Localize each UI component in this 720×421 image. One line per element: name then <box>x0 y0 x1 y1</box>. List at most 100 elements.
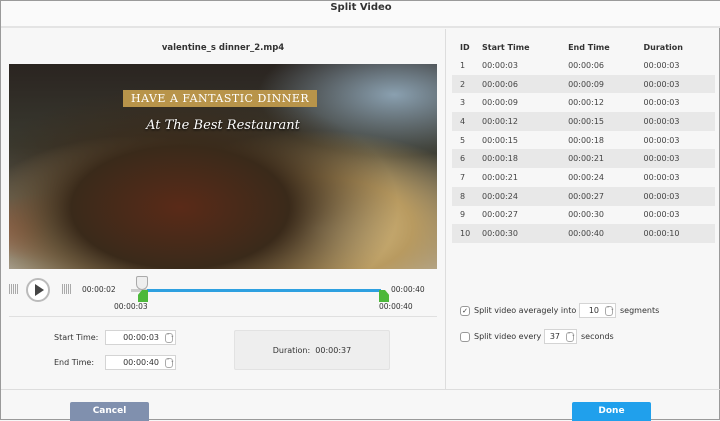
table-cell: 00:00:03 <box>643 172 680 182</box>
col-duration: Duration <box>643 43 683 52</box>
start-time-value: 00:00:03 <box>123 333 159 342</box>
end-marker-time: 00:00:40 <box>379 302 413 311</box>
grip-icon <box>62 284 72 294</box>
table-cell: 8 <box>460 191 466 201</box>
split-average-label: Split video averagely into <box>474 306 577 315</box>
col-id: ID <box>460 43 470 52</box>
done-button[interactable]: Done <box>572 402 651 421</box>
grip-icon <box>9 284 19 294</box>
col-end: End Time <box>568 43 610 52</box>
separator <box>9 316 437 317</box>
duration-value: 00:00:37 <box>315 345 352 355</box>
play-button[interactable] <box>26 278 50 302</box>
table-cell: 00:00:15 <box>482 135 518 145</box>
table-cell: 00:00:03 <box>643 79 680 89</box>
table-cell: 00:00:10 <box>643 229 680 239</box>
table-cell: 00:00:09 <box>482 98 518 108</box>
dialog-title: Split Video <box>1 1 720 28</box>
table-row[interactable]: 10 00:00:30 00:00:40 00:00:10 <box>452 224 715 243</box>
checkmark-icon: ✓ <box>462 307 468 315</box>
segments-unit: segments <box>620 306 660 315</box>
table-cell: 00:00:03 <box>643 210 680 220</box>
start-time-label: Start Time: <box>54 333 99 342</box>
table-cell: 2 <box>460 79 466 89</box>
table-row[interactable]: 5 00:00:15 00:00:18 00:00:03 <box>452 131 715 150</box>
end-time-label: End Time: <box>54 358 95 367</box>
table-cell: 00:00:18 <box>482 154 518 164</box>
current-time: 00:00:02 <box>82 285 116 294</box>
table-cell: 00:00:24 <box>568 172 604 182</box>
table-cell: 00:00:09 <box>568 79 604 89</box>
end-time-label: 00:00:40 <box>391 285 425 294</box>
video-preview[interactable]: HAVE A FANTASTIC DINNER At The Best Rest… <box>9 64 437 269</box>
table-cell: 00:00:15 <box>568 116 604 126</box>
col-start: Start Time <box>482 43 530 52</box>
table-cell: 00:00:03 <box>643 154 680 164</box>
table-cell: 4 <box>460 116 466 126</box>
table-cell: 00:00:21 <box>568 154 604 164</box>
table-row[interactable]: 3 00:00:09 00:00:12 00:00:03 <box>452 93 715 112</box>
table-row[interactable]: 6 00:00:18 00:00:21 00:00:03 <box>452 149 715 169</box>
table-row[interactable]: 1 00:00:03 00:00:06 00:00:03 <box>452 56 715 75</box>
table-cell: 00:00:40 <box>568 229 604 239</box>
start-time-input[interactable]: 00:00:03 ⌃⌄ <box>105 330 176 345</box>
playhead-handle[interactable] <box>136 276 148 290</box>
table-row[interactable]: 9 00:00:27 00:00:30 00:00:03 <box>452 206 715 225</box>
video-banner-text: HAVE A FANTASTIC DINNER <box>123 90 318 107</box>
split-every-label: Split video every <box>474 332 542 341</box>
table-cell: 00:00:21 <box>482 172 518 182</box>
table-cell: 00:00:06 <box>568 60 604 70</box>
end-time-value: 00:00:40 <box>123 358 159 367</box>
video-tagline-text: At The Best Restaurant <box>146 118 300 133</box>
table-cell: 00:00:24 <box>482 191 518 201</box>
start-marker-time: 00:00:03 <box>114 302 148 311</box>
table-cell: 00:00:12 <box>568 98 604 108</box>
spinner-icon[interactable]: ⌃⌄ <box>605 306 614 316</box>
table-cell: 10 <box>460 229 471 239</box>
table-cell: 00:00:03 <box>643 191 680 201</box>
table-cell: 00:00:06 <box>482 79 518 89</box>
segments-value: 10 <box>588 306 599 315</box>
table-cell: 00:00:03 <box>643 98 680 108</box>
table-cell: 6 <box>460 154 466 164</box>
spinner-icon[interactable]: ⌃⌄ <box>165 358 174 368</box>
seconds-unit: seconds <box>581 332 614 341</box>
table-cell: 5 <box>460 135 466 145</box>
table-row[interactable]: 4 00:00:12 00:00:15 00:00:03 <box>452 112 715 131</box>
seconds-input[interactable]: 37 ⌃⌄ <box>544 329 577 344</box>
table-cell: 00:00:03 <box>482 60 518 70</box>
duration-label: Duration: <box>272 345 311 355</box>
play-icon <box>34 284 44 296</box>
table-cell: 00:00:03 <box>643 116 680 126</box>
table-cell: 7 <box>460 172 466 182</box>
table-cell: 9 <box>460 210 466 220</box>
end-trim-handle[interactable] <box>379 290 389 302</box>
table-cell: 00:00:30 <box>482 229 518 239</box>
split-average-checkbox[interactable]: ✓ <box>460 306 470 316</box>
table-cell: 3 <box>460 98 466 108</box>
spinner-icon[interactable]: ⌃⌄ <box>165 333 174 343</box>
spinner-icon[interactable]: ⌃⌄ <box>566 332 575 342</box>
panel-divider <box>445 29 446 389</box>
end-time-input[interactable]: 00:00:40 ⌃⌄ <box>105 355 176 370</box>
table-cell: 00:00:27 <box>482 210 518 220</box>
video-filename: valentine_s dinner_2.mp4 <box>161 43 285 53</box>
table-cell: 00:00:12 <box>482 116 518 126</box>
table-row[interactable]: 8 00:00:24 00:00:27 00:00:03 <box>452 186 715 206</box>
segments-input[interactable]: 10 ⌃⌄ <box>579 303 616 318</box>
footer-separator <box>1 389 720 390</box>
table-row[interactable]: 7 00:00:21 00:00:24 00:00:03 <box>452 168 715 187</box>
split-every-checkbox[interactable] <box>460 332 470 342</box>
table-cell: 1 <box>460 60 466 70</box>
seconds-value: 37 <box>549 332 560 341</box>
table-cell: 00:00:30 <box>568 210 604 220</box>
table-cell: 00:00:03 <box>643 60 680 70</box>
timeline-selected-range[interactable] <box>147 289 381 292</box>
cancel-button[interactable]: Cancel <box>70 402 149 421</box>
table-row[interactable]: 2 00:00:06 00:00:09 00:00:03 <box>452 74 715 94</box>
table-cell: 00:00:27 <box>568 191 604 201</box>
segments-table: ID Start Time End Time Duration 1 00:00:0… <box>452 39 715 243</box>
duration-display: Duration: 00:00:37 <box>234 330 390 370</box>
table-cell: 00:00:03 <box>643 135 680 145</box>
table-cell: 00:00:18 <box>568 135 604 145</box>
